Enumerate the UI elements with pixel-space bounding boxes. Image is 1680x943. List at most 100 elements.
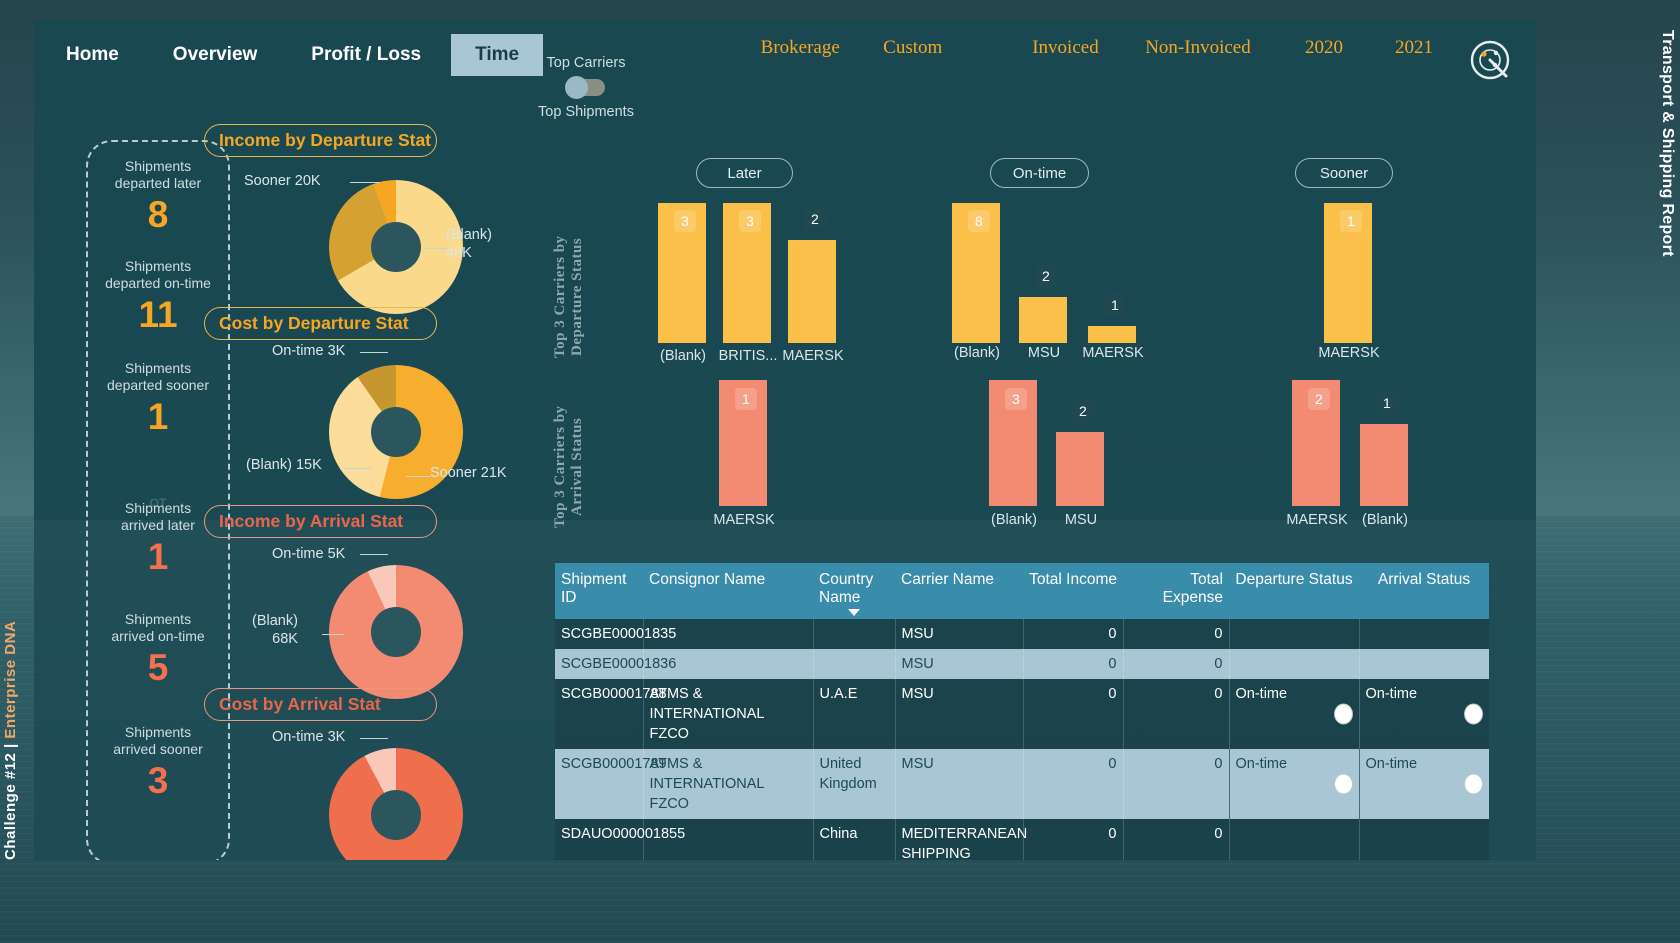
cell-carrier: MSU (895, 679, 1024, 749)
donut-label-sooner: Sooner 20K (244, 173, 321, 189)
bar-value-departure-ontime-maersk: 1 (1104, 294, 1126, 316)
donut-leader-line-right (424, 248, 448, 249)
donut-hole (371, 790, 421, 840)
column-header-shipment-id[interactable]: Shipment ID (555, 563, 643, 619)
slicer-item-2021[interactable]: 2021 (1395, 37, 1433, 59)
cell-expense: 0 (1123, 649, 1230, 679)
tab-home[interactable]: Home (42, 34, 143, 76)
cell-income: 0 (1023, 749, 1124, 819)
column-header-consignor-name[interactable]: Consignor Name (643, 563, 813, 619)
departure-status-indicator-icon (1333, 703, 1353, 725)
cell-expense: 0 (1123, 749, 1230, 819)
cell-shipment-id: SCGB00001788 (555, 679, 667, 749)
column-header-total-expense[interactable]: Total Expense (1123, 563, 1229, 619)
toggle-label-top-carriers: Top Carriers (546, 55, 626, 71)
tab-overview[interactable]: Overview (149, 34, 282, 76)
cell-departure-status (1229, 619, 1360, 649)
column-header-carrier-name[interactable]: Carrier Name (895, 563, 1023, 619)
arrival-status-text: On-time (1365, 756, 1418, 772)
column-header-country-name-label: Country Name (819, 571, 874, 606)
table-row[interactable]: SCGB00001788 ATMS & INTERNATIONAL FZCO U… (555, 679, 1489, 749)
departure-status-indicator-icon (1333, 773, 1353, 795)
bar-departure-ontime-msu[interactable] (1019, 297, 1067, 343)
column-header-arrival-status[interactable]: Arrival Status (1359, 563, 1489, 619)
donut-title-income-by-departure[interactable]: Income by Departure Stat (204, 124, 437, 157)
bar-category-departure-ontime-blank: (Blank) (954, 345, 1000, 361)
column-header-country-name[interactable]: Country Name (813, 563, 895, 619)
slicer-item-invoiced[interactable]: Invoiced (1032, 37, 1098, 59)
donut-title-income-by-arrival[interactable]: Income by Arrival Stat (204, 505, 437, 538)
tab-time[interactable]: Time (451, 34, 544, 76)
donut-hole (371, 407, 421, 457)
cell-carrier: MEDITERRANEAN SHIPPING COMPANY (895, 819, 1027, 860)
bar-departure-ontime-maersk[interactable] (1088, 326, 1136, 343)
donut-label-blank: (Blank) 68K (252, 612, 298, 648)
chip-departure-sooner[interactable]: Sooner (1295, 158, 1393, 188)
bar-category-departure-later-maersk: MAERSK (782, 348, 844, 364)
donut-label-on-time: On-time 3K (272, 729, 346, 745)
departure-status-text: On-time (1235, 756, 1288, 772)
top-items-toggle-group: Top Carriers Top Shipments (531, 52, 641, 123)
kpi-title-line1: Shipments (124, 158, 192, 174)
donut-hole (371, 222, 421, 272)
axis-title-arrival-status: Top 3 Carriers by Arrival Status (552, 405, 585, 529)
slicer-item-non-invoiced[interactable]: Non-Invoiced (1145, 37, 1251, 59)
main-navigation: Home Overview Profit / Loss Time (42, 34, 549, 76)
bar-category-departure-ontime-maersk: MAERSK (1082, 345, 1144, 361)
donut-label-blank-line2: 48K (446, 245, 472, 261)
cell-shipment-id: SCGBE00001835 (555, 619, 676, 649)
cell-carrier: MSU (895, 749, 1024, 819)
cell-arrival-status: On-time (1359, 679, 1489, 749)
slicer-item-brokerage[interactable]: Brokerage (761, 37, 840, 59)
shipments-table-container[interactable]: Shipment ID Consignor Name Country Name … (555, 563, 1489, 860)
cell-departure-status: On-time (1229, 749, 1360, 819)
donut-ring[interactable] (329, 565, 463, 699)
shipments-table: Shipment ID Consignor Name Country Name … (555, 563, 1489, 860)
tab-profit-loss[interactable]: Profit / Loss (287, 34, 445, 76)
bar-value-departure-ontime-blank: 8 (968, 210, 990, 232)
chip-departure-on-time[interactable]: On-time (990, 158, 1089, 188)
cell-country: U.A.E (813, 679, 896, 749)
chip-departure-later[interactable]: Later (696, 158, 793, 188)
donut-label-sooner: Sooner 21K (430, 465, 507, 481)
bar-category-departure-later-blank: (Blank) (660, 348, 706, 364)
cell-expense: 0 (1123, 679, 1230, 749)
table-row[interactable]: SCGB00001789 ATMS & INTERNATIONAL FZCO U… (555, 749, 1489, 819)
radar-icon[interactable] (1466, 36, 1514, 84)
bar-arrival-ontime-msu[interactable] (1056, 432, 1104, 506)
donut-label-on-time: On-time 5K (272, 546, 346, 562)
bar-value-arrival-ontime-msu: 2 (1072, 400, 1094, 422)
donut-hole (371, 607, 421, 657)
table-row[interactable]: SCGBE00001835 MSU 0 0 (555, 619, 1489, 649)
donut-ring[interactable] (329, 180, 463, 314)
table-row[interactable]: SDAUO000001855 China MEDITERRANEAN SHIPP… (555, 819, 1489, 860)
kpi-title-line2: departed on-time (105, 275, 211, 291)
column-header-total-income[interactable]: Total Income (1023, 563, 1123, 619)
bar-value-departure-sooner-maersk: 1 (1340, 210, 1362, 232)
slicer-type: Brokerage Custom (739, 28, 964, 59)
bar-category-departure-ontime-msu: MSU (1027, 345, 1061, 361)
bar-departure-later-maersk[interactable] (788, 240, 836, 343)
cell-expense: 0 (1123, 619, 1230, 649)
cell-income: 0 (1023, 819, 1124, 860)
slicer-item-2020[interactable]: 2020 (1305, 37, 1343, 59)
cell-carrier: MSU (895, 619, 1024, 649)
top-items-toggle[interactable] (565, 76, 605, 99)
slicer-item-custom[interactable]: Custom (883, 37, 942, 59)
bar-value-arrival-sooner-blank: 1 (1376, 392, 1398, 414)
cell-arrival-status: On-time (1359, 749, 1489, 819)
donut-title-cost-by-departure[interactable]: Cost by Departure Stat (204, 307, 437, 340)
footer-brand-text: Enterprise DNA (2, 620, 19, 739)
kpi-value: 1 (147, 536, 169, 577)
kpi-title-line2: departed sooner (107, 377, 209, 393)
table-row[interactable]: SCGBE00001836 MSU 0 0 (555, 649, 1489, 679)
kpi-title-line2: arrived sooner (113, 741, 203, 757)
kpi-shipments-departed-later: Shipments departed later 8 (86, 158, 230, 236)
donut-title-cost-by-arrival[interactable]: Cost by Arrival Stat (204, 688, 437, 721)
column-header-departure-status[interactable]: Departure Status (1229, 563, 1359, 619)
toggle-knob[interactable] (565, 76, 588, 99)
kpi-title-line2: arrived on-time (111, 628, 205, 644)
arrival-status-text: On-time (1365, 686, 1418, 702)
bar-arrival-sooner-blank[interactable] (1360, 424, 1408, 506)
donut-label-blank-line1: (Blank) (252, 613, 298, 629)
